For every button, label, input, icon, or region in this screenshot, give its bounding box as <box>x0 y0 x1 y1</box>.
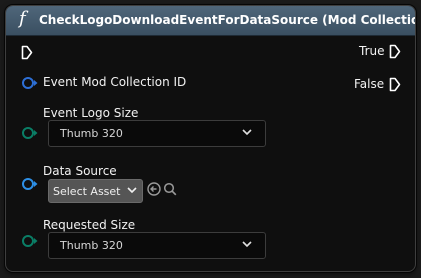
chevron-down-icon <box>242 241 252 248</box>
true-output-label: True <box>359 44 385 58</box>
event-logo-size-label: Event Logo Size <box>43 106 139 120</box>
false-output-label: False <box>354 77 385 91</box>
chevron-down-icon <box>127 187 137 194</box>
node-header[interactable]: f CheckLogoDownloadEventForDataSource (M… <box>6 6 415 36</box>
event-logo-size-dropdown[interactable]: Thumb 320 <box>48 120 266 147</box>
search-icon[interactable] <box>163 182 177 196</box>
requested-size-pin-icon[interactable] <box>21 234 39 248</box>
function-icon: f <box>19 8 26 29</box>
chevron-down-icon <box>242 129 252 136</box>
arrow-left-circle-icon[interactable] <box>147 182 161 196</box>
blueprint-node[interactable]: f CheckLogoDownloadEventForDataSource (M… <box>5 5 416 272</box>
requested-size-value: Thumb 320 <box>60 239 123 252</box>
exec-in-pin-icon[interactable] <box>21 45 33 60</box>
select-asset-dropdown[interactable]: Select Asset <box>48 179 143 203</box>
event-logo-size-value: Thumb 320 <box>60 127 123 140</box>
event-mod-collection-id-pin-icon[interactable] <box>21 76 39 90</box>
requested-size-dropdown[interactable]: Thumb 320 <box>48 232 266 259</box>
requested-size-label: Requested Size <box>43 218 136 232</box>
node-title: CheckLogoDownloadEventForDataSource (Mod… <box>39 13 416 27</box>
event-mod-collection-id-label: Event Mod Collection ID <box>43 75 187 89</box>
data-source-pin-icon[interactable] <box>21 177 39 191</box>
data-source-label: Data Source <box>43 164 117 178</box>
data-source-value: Select Asset <box>53 185 121 198</box>
event-logo-size-pin-icon[interactable] <box>21 126 39 140</box>
exec-out-false-pin-icon[interactable] <box>389 77 401 92</box>
exec-out-true-pin-icon[interactable] <box>389 44 401 59</box>
